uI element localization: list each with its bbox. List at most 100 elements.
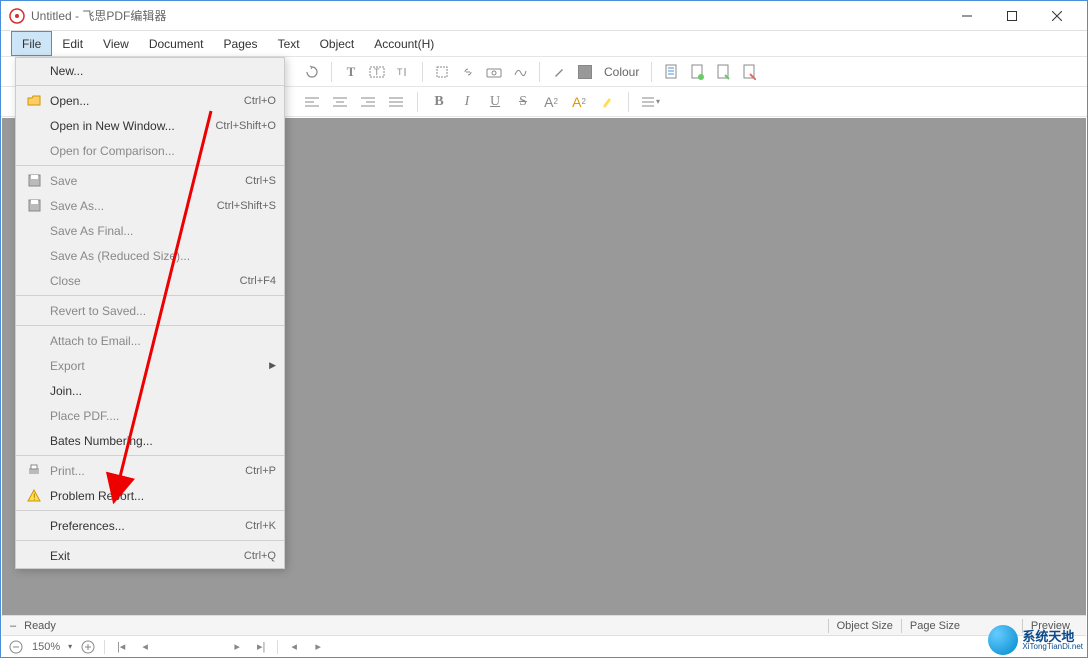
menu-item-revert-to-saved[interactable]: Revert to Saved... [16,298,284,323]
separator [331,62,332,82]
shape-icon[interactable] [509,61,531,83]
menu-shortcut: Ctrl+Q [244,550,276,562]
brush-icon[interactable] [548,61,570,83]
align-left-icon[interactable] [301,92,323,112]
menu-item-open[interactable]: Open...Ctrl+O [16,88,284,113]
camera-icon[interactable] [483,61,505,83]
menu-shortcut: Ctrl+S [245,175,276,187]
doc-action-1-icon[interactable] [660,61,682,83]
menu-item-save-as-final[interactable]: Save As Final... [16,218,284,243]
first-page-icon[interactable]: |◂ [113,639,129,655]
status-object-size: Object Size [829,620,901,632]
align-center-icon[interactable] [329,92,351,112]
menu-item-label: Export [50,359,269,373]
menu-item-label: Close [50,274,240,288]
strikethrough-button[interactable]: S [512,92,534,112]
menu-shortcut: Ctrl+O [244,95,276,107]
superscript-button[interactable]: A2 [540,92,562,112]
menu-item-label: Save As (Reduced Size)... [50,249,276,263]
menu-document[interactable]: Document [139,31,214,56]
prev-page-icon[interactable]: ◂ [137,639,153,655]
rotate-icon[interactable] [301,61,323,83]
menu-item-save-as[interactable]: Save As...Ctrl+Shift+S [16,193,284,218]
watermark: 系统天地 XiTongTianDi.net [988,625,1083,655]
menu-separator [16,455,284,456]
subscript-button[interactable]: A2 [568,92,590,112]
menu-object[interactable]: Object [310,31,365,56]
next-page-icon[interactable]: ▸ [229,639,245,655]
fill-color-icon[interactable] [574,61,596,83]
italic-button[interactable]: I [456,92,478,112]
menu-item-attach-to-email[interactable]: Attach to Email... [16,328,284,353]
menu-text[interactable]: Text [268,31,310,56]
menu-item-open-in-new-window[interactable]: Open in New Window...Ctrl+Shift+O [16,113,284,138]
menu-item-close[interactable]: CloseCtrl+F4 [16,268,284,293]
menu-item-open-for-comparison[interactable]: Open for Comparison... [16,138,284,163]
menu-item-exit[interactable]: ExitCtrl+Q [16,543,284,568]
warn-icon: ! [24,489,44,502]
menu-item-label: Open in New Window... [50,119,215,133]
maximize-button[interactable] [989,2,1034,30]
menu-item-label: Attach to Email... [50,334,276,348]
minimize-button[interactable] [944,2,989,30]
text-ruler-icon[interactable]: T [392,61,414,83]
link-icon[interactable] [457,61,479,83]
menu-item-label: Exit [50,549,244,563]
menu-item-problem-report[interactable]: !Problem Report... [16,483,284,508]
zoom-out-icon[interactable] [8,639,24,655]
menu-item-place-pdf[interactable]: Place PDF.... [16,403,284,428]
menu-file[interactable]: File [11,31,52,56]
nav-forward-icon[interactable]: ▸ [310,639,326,655]
last-page-icon[interactable]: ▸| [253,639,269,655]
svg-text:T: T [397,67,403,77]
underline-button[interactable]: U [484,92,506,112]
text-box-icon[interactable]: T [366,61,388,83]
separator [539,62,540,82]
menu-item-preferences[interactable]: Preferences...Ctrl+K [16,513,284,538]
menu-item-bates-numbering[interactable]: Bates Numbering... [16,428,284,453]
status-ready: Ready [16,620,64,632]
bold-button[interactable]: B [428,92,450,112]
menu-pages[interactable]: Pages [214,31,268,56]
bottom-nav-bar: 150% ▾ |◂ ◂ ▸ ▸| ◂ ▸ [2,635,1086,657]
menu-item-save[interactable]: SaveCtrl+S [16,168,284,193]
menu-edit[interactable]: Edit [52,31,93,56]
zoom-in-icon[interactable] [80,639,96,655]
menu-item-join[interactable]: Join... [16,378,284,403]
menu-item-new[interactable]: New... [16,58,284,83]
menu-shortcut: Ctrl+P [245,465,276,477]
doc-action-2-icon[interactable] [686,61,708,83]
menu-item-label: Open... [50,94,244,108]
nav-back-icon[interactable]: ◂ [286,639,302,655]
doc-action-4-icon[interactable] [738,61,760,83]
saveas-icon [24,199,44,212]
doc-action-3-icon[interactable] [712,61,734,83]
menu-separator [16,540,284,541]
window-controls [944,2,1079,30]
align-justify-icon[interactable] [385,92,407,112]
highlight-icon[interactable] [596,92,618,112]
zoom-level[interactable]: 150% [32,641,60,653]
menu-item-save-as-reduced-size[interactable]: Save As (Reduced Size)... [16,243,284,268]
menu-item-export[interactable]: Export▶ [16,353,284,378]
line-spacing-icon[interactable]: ▾ [639,92,661,112]
menu-item-label: Open for Comparison... [50,144,276,158]
close-button[interactable] [1034,2,1079,30]
menu-item-print[interactable]: Print...Ctrl+P [16,458,284,483]
menu-item-label: Save As Final... [50,224,276,238]
titlebar: Untitled - 飞思PDF编辑器 [1,1,1087,31]
menu-shortcut: Ctrl+Shift+O [215,120,276,132]
align-right-icon[interactable] [357,92,379,112]
crop-icon[interactable] [431,61,453,83]
menubar: File Edit View Document Pages Text Objec… [1,31,1087,57]
file-menu-dropdown: New...Open...Ctrl+OOpen in New Window...… [15,57,285,569]
menu-account[interactable]: Account(H) [364,31,444,56]
menu-separator [16,165,284,166]
open-icon [24,95,44,107]
zoom-dropdown-icon[interactable]: ▾ [68,642,72,651]
watermark-en: XiTongTianDi.net [1022,643,1083,651]
text-tool-icon[interactable]: T [340,61,362,83]
menu-view[interactable]: View [93,31,139,56]
menu-item-label: Join... [50,384,276,398]
menu-item-label: Save As... [50,199,217,213]
